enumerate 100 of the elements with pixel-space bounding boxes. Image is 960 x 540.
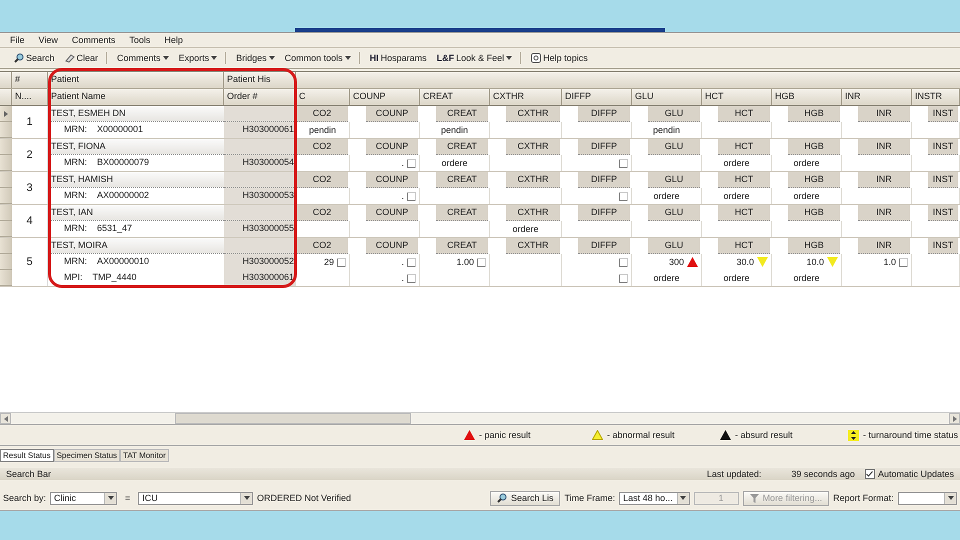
id-label: MPI: [64,272,83,284]
test-label: HGB [788,238,840,254]
row-number: 5 [12,238,48,286]
test-label: DIFFP [578,106,630,122]
help-icon [531,53,542,63]
column-header[interactable]: INR [842,89,912,105]
test-label: CREAT [436,205,488,221]
search-by-dropdown[interactable]: Clinic [50,492,118,504]
result-value: ordere [723,158,750,168]
column-header[interactable]: DIFFP [562,89,632,105]
test-label: INR [858,139,910,155]
result-value: 1.00 [456,257,474,267]
toolbar-button[interactable]: Help topics [529,52,590,64]
column-header[interactable]: HGB [772,89,842,105]
toolbar-button[interactable]: Bridges [234,52,277,64]
scroll-thumb[interactable] [175,413,411,424]
tab[interactable]: Result Status [0,449,54,462]
column-header[interactable]: CREAT [420,89,490,105]
scroll-left-button[interactable] [0,413,11,424]
toolbar-button[interactable]: Comments [115,52,171,64]
test-label: HGB [788,106,840,122]
result-value: ordere [653,273,680,283]
id-value: AX00000010 [97,256,150,268]
toolbar-button[interactable]: Common tools [282,52,353,64]
result-value: 30.0 [736,257,754,267]
result-value: 29 [324,257,334,267]
legend-label: - absurd result [735,430,793,440]
test-label: CO2 [296,238,348,254]
checkbox-label: Automatic Updates [878,469,954,479]
test-label: COUNP [366,139,418,155]
toolbar-button[interactable]: HI Hosparams [368,52,429,64]
test-label: CREAT [436,238,488,254]
menu-item[interactable]: View [38,35,58,45]
time-frame-dropdown[interactable]: Last 48 ho... [619,492,690,504]
scroll-right-button[interactable] [949,413,960,424]
result-value: . [401,191,404,201]
toolbar-button[interactable]: L&F Look & Feel [434,52,514,64]
column-header[interactable]: Patient Name [48,89,224,105]
order-number: H303000061 [224,270,296,286]
test-label: HGB [788,139,840,155]
caret-icon [948,496,954,500]
patient-name[interactable]: TEST, MOIRA [48,238,224,254]
test-label: HCT [718,106,770,122]
result-value: . [401,257,404,267]
search-by-label: Search by: [3,493,46,503]
legend-label: - abnormal result [607,430,675,440]
patient-name[interactable]: TEST, HAMISH [48,172,224,188]
legend-label: - turnaround time status [863,430,958,440]
search-value-dropdown[interactable]: ICU [138,492,253,504]
column-header[interactable]: C [296,89,350,105]
horizontal-scrollbar[interactable] [0,412,960,425]
column-header[interactable]: INSTR [912,89,960,105]
patient-name[interactable]: TEST, ESMEH DN [48,106,224,122]
result-value: pendin [440,125,468,135]
column-header[interactable]: N.... [12,89,48,105]
column-group-header: # [12,72,48,88]
column-header[interactable]: Order # [224,89,296,105]
result-value: ordere [723,273,750,283]
test-label: DIFFP [578,172,630,188]
test-label: GLU [648,172,700,188]
result-value: 1.0 [883,257,896,267]
search-button[interactable]: Search Lis [490,490,560,506]
test-label: CXTHR [506,139,560,155]
test-label: INR [858,172,910,188]
test-label: COUNP [366,106,418,122]
result-value: ordere [793,191,820,201]
report-format-dropdown[interactable] [898,492,957,504]
test-label: GLU [648,106,700,122]
order-number: H303000054 [224,155,296,171]
column-header[interactable]: CXTHR [490,89,562,105]
tab[interactable]: Specimen Status [54,449,120,462]
test-label: CO2 [296,139,348,155]
test-label: HGB [788,205,840,221]
row-header[interactable] [0,106,12,122]
menu-item[interactable]: Help [164,35,183,45]
test-label: HGB [788,172,840,188]
checkbox[interactable] [864,469,875,479]
test-label: INST [928,238,958,254]
row-number: 4 [12,205,48,237]
menu-item[interactable]: Tools [129,35,150,45]
patient-name[interactable]: TEST, IAN [48,205,224,221]
tab[interactable]: TAT Monitor [120,449,169,462]
result-value: ordere [512,224,538,234]
test-label: COUNP [366,238,418,254]
result-value: ordere [793,158,820,168]
column-header[interactable]: COUNP [350,89,420,105]
order-number: H303000053 [224,188,296,204]
menu-item[interactable]: File [10,35,25,45]
patient-name[interactable]: TEST, FIONA [48,139,224,155]
toolbar-button[interactable]: Search [12,52,57,64]
result-value: 10.0 [806,257,824,267]
test-label: INST [928,172,958,188]
row-number: 1 [12,106,48,138]
column-header[interactable]: HCT [702,89,772,105]
toolbar-button[interactable]: Clear [62,52,100,64]
test-label: CXTHR [506,205,560,221]
test-label: CXTHR [506,238,560,254]
toolbar-button[interactable]: Exports [176,52,220,64]
column-header[interactable]: GLU [632,89,702,105]
menu-item[interactable]: Comments [72,35,116,45]
